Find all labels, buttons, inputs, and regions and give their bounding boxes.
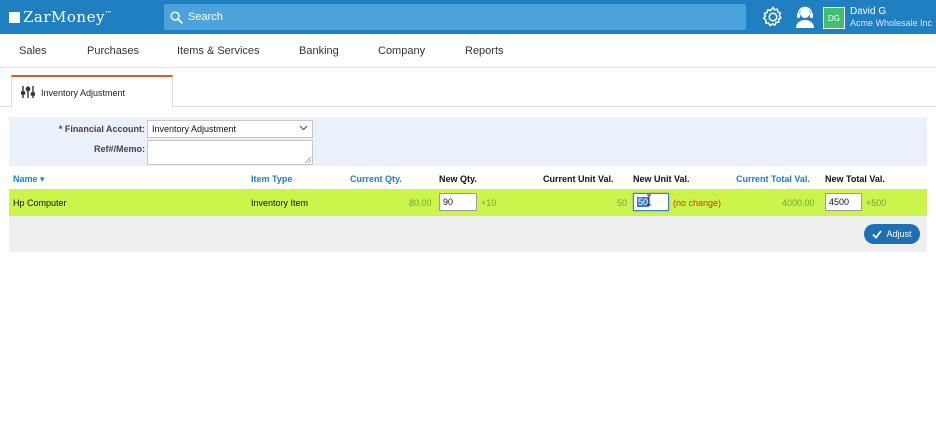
logo-square-icon: [9, 11, 20, 23]
text-cursor-icon: [647, 194, 651, 206]
nav-purchases[interactable]: Purchases: [87, 45, 139, 57]
top-bar: ZarMoney™ DG David G Acme Wholesale Inc: [0, 0, 936, 34]
logo-text: ZarMoney™: [23, 8, 113, 26]
col-item-type-header[interactable]: Item Type: [251, 174, 292, 184]
adjust-button[interactable]: Adjust: [864, 224, 920, 244]
main-nav: Sales Purchases Items & Services Banking…: [0, 34, 936, 68]
search-icon: [170, 10, 183, 24]
item-name: Hp Computer: [13, 198, 67, 208]
col-new-qty-header: New Qty.: [439, 174, 477, 184]
tab-inventory-adjustment[interactable]: Inventory Adjustment: [11, 75, 173, 107]
unit-val-note: (no change): [673, 198, 722, 208]
financial-account-label: * Financial Account:: [58, 124, 145, 134]
search-input[interactable]: [188, 11, 688, 23]
memo-textarea[interactable]: [147, 140, 313, 165]
chevron-down-icon: [299, 125, 308, 131]
current-unit-val: 50: [617, 198, 628, 208]
nav-reports[interactable]: Reports: [465, 45, 504, 57]
table-footer: [9, 216, 927, 252]
search-bar[interactable]: [164, 4, 746, 30]
total-delta: +500: [866, 198, 887, 208]
col-current-unit-val-header: Current Unit Val.: [543, 174, 614, 184]
col-current-total-val-header[interactable]: Current Total Val.: [736, 174, 810, 184]
item-type: Inventory Item: [251, 198, 309, 208]
nav-items-services[interactable]: Items & Services: [177, 45, 260, 57]
financial-account-value: Inventory Adjustment: [152, 124, 237, 134]
table-row: Hp Computer Inventory Item 80.00 +10 50 …: [9, 189, 927, 216]
financial-account-select[interactable]: Inventory Adjustment: [147, 120, 313, 138]
current-total-val: 4000.00: [782, 198, 815, 208]
memo-label: Ref#/Memo:: [93, 144, 145, 154]
user-support-icon[interactable]: [794, 5, 816, 29]
user-name[interactable]: David G: [850, 6, 886, 17]
new-total-val-input[interactable]: [825, 193, 862, 211]
resize-grip-icon[interactable]: [305, 157, 311, 163]
adjust-label: Adjust: [886, 229, 912, 239]
nav-sales[interactable]: Sales: [19, 45, 47, 57]
new-qty-input[interactable]: [439, 193, 477, 211]
current-qty: 80.00: [409, 198, 432, 208]
company-name: Acme Wholesale Inc: [850, 18, 933, 28]
gear-icon[interactable]: [761, 5, 785, 29]
avatar[interactable]: DG: [823, 7, 845, 29]
nav-banking[interactable]: Banking: [299, 45, 339, 57]
app-logo[interactable]: ZarMoney™: [9, 8, 112, 26]
col-name-header[interactable]: Name ▾: [13, 174, 45, 185]
col-new-unit-val-header: New Unit Val.: [633, 174, 690, 184]
tab-label: Inventory Adjustment: [41, 88, 126, 98]
col-current-qty-header[interactable]: Current Qty.: [350, 174, 402, 184]
qty-delta: +10: [481, 198, 497, 208]
table-header: Name ▾ Item Type Current Qty. New Qty. C…: [9, 168, 927, 188]
col-new-total-val-header: New Total Val.: [825, 174, 885, 184]
check-icon: [872, 230, 883, 239]
sliders-icon: [21, 86, 35, 98]
nav-company[interactable]: Company: [378, 45, 425, 57]
